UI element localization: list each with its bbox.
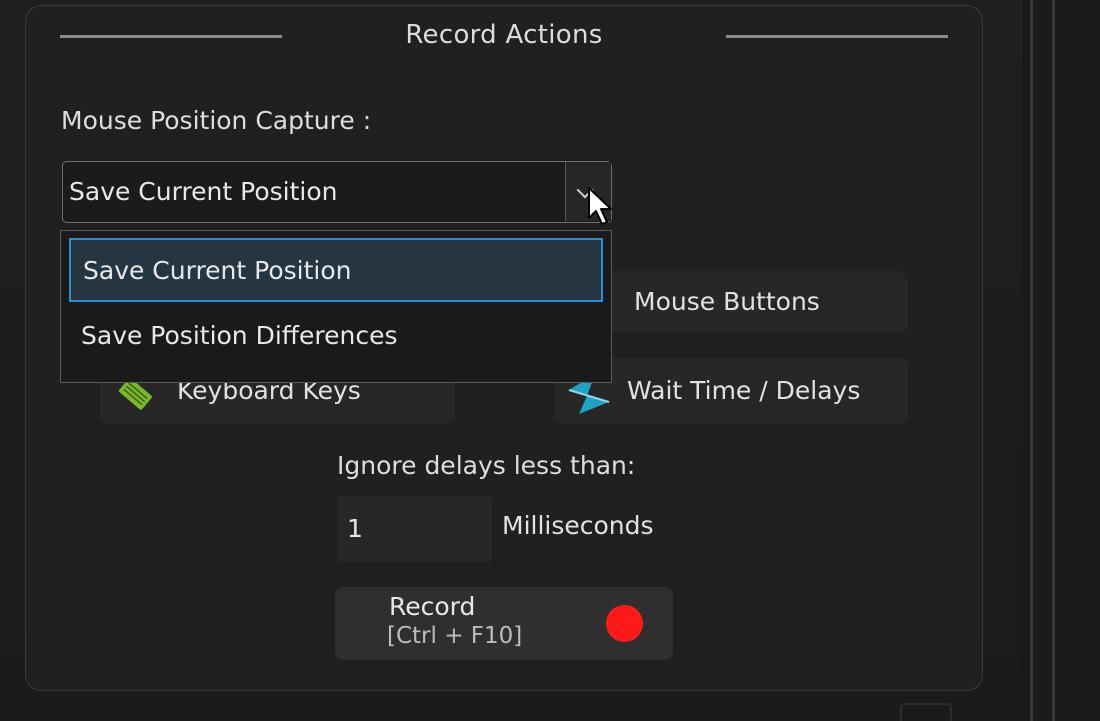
background-side-pane bbox=[1022, 0, 1100, 721]
panel-header: Record Actions bbox=[26, 20, 982, 54]
app-window: Record Actions Mouse Position Capture : … bbox=[0, 0, 1100, 721]
mouse-capture-select[interactable]: Save Current Position bbox=[62, 161, 612, 223]
record-shortcut-hint: [Ctrl + F10] bbox=[387, 623, 523, 649]
record-button-label: Record bbox=[389, 592, 476, 621]
panel-title: Record Actions bbox=[405, 20, 603, 50]
mouse-cursor-icon bbox=[588, 187, 612, 225]
dropdown-option-label: Save Current Position bbox=[83, 256, 352, 285]
milliseconds-label: Milliseconds bbox=[502, 511, 654, 540]
mouse-capture-label: Mouse Position Capture : bbox=[61, 106, 372, 135]
background-divider bbox=[1030, 0, 1033, 721]
mouse-capture-selected-value: Save Current Position bbox=[69, 177, 338, 206]
mouse-capture-dropdown-list: Save Current Position Save Position Diff… bbox=[60, 230, 612, 383]
ignore-delays-label: Ignore delays less than: bbox=[337, 451, 636, 480]
dropdown-option-position-differences[interactable]: Save Position Differences bbox=[69, 305, 603, 369]
record-dot-icon bbox=[606, 605, 643, 642]
background-toggle bbox=[900, 703, 952, 721]
record-button[interactable]: Record [Ctrl + F10] bbox=[335, 587, 673, 660]
mouse-buttons-option[interactable]: Mouse Buttons bbox=[588, 271, 908, 333]
mouse-buttons-label: Mouse Buttons bbox=[634, 287, 820, 316]
delay-threshold-value: 1 bbox=[347, 514, 363, 543]
wait-time-label: Wait Time / Delays bbox=[627, 376, 861, 405]
dropdown-option-label: Save Position Differences bbox=[81, 321, 398, 350]
dropdown-option-current-position[interactable]: Save Current Position bbox=[69, 238, 603, 302]
delay-threshold-input[interactable]: 1 bbox=[337, 496, 492, 562]
background-divider bbox=[1052, 0, 1055, 721]
